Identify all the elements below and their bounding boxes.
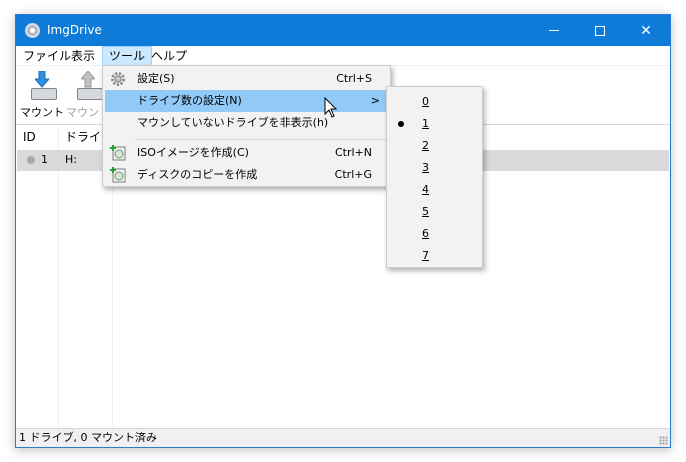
menu-item-copy-disc[interactable]: ディスクのコピーを作成 Ctrl+G	[105, 164, 388, 186]
menu-item-shortcut: Ctrl+N	[334, 146, 372, 159]
menu-item-label: ドライブ数の設定(N)	[137, 94, 242, 107]
drive-icon	[31, 88, 57, 100]
menu-item-label: 設定(S)	[137, 72, 175, 85]
status-text: 1 ドライブ, 0 マウント済み	[19, 431, 157, 444]
menu-item-shortcut: Ctrl+G	[334, 168, 372, 181]
mount-button[interactable]: マウント	[19, 68, 65, 120]
status-dot-icon	[27, 156, 35, 164]
menu-separator	[135, 139, 388, 140]
option-label: 4	[422, 183, 429, 196]
drive-count-option[interactable]: 4	[389, 179, 480, 201]
close-icon: ✕	[640, 22, 652, 39]
status-bar: 1 ドライブ, 0 マウント済み	[16, 428, 670, 447]
disc-icon	[25, 23, 40, 38]
menu-help[interactable]: ヘルプ	[145, 46, 193, 66]
drive-count-option[interactable]: 3	[389, 157, 480, 179]
minimize-button[interactable]	[531, 15, 577, 46]
option-label: 6	[422, 227, 429, 240]
title-bar[interactable]: ImgDrive ✕	[16, 15, 670, 46]
drive-count-option[interactable]: 1	[389, 113, 480, 135]
arrow-down-icon	[35, 71, 49, 88]
menu-item-label: ディスクのコピーを作成	[137, 168, 258, 181]
row-drive: H:	[65, 153, 77, 166]
menu-bar: ファイル 表示 ツール ヘルプ	[16, 46, 670, 66]
option-label: 1	[422, 117, 429, 130]
menu-item-hide-unmounted[interactable]: マウンしていないドライブを非表示(h)	[105, 112, 388, 134]
drive-count-option[interactable]: 7	[389, 245, 480, 267]
option-label: 7	[422, 249, 429, 262]
mount-label: マウント	[20, 106, 64, 119]
window-title: ImgDrive	[47, 23, 102, 37]
chevron-right-icon: >	[370, 94, 380, 107]
mouse-pointer-icon	[324, 97, 338, 118]
menu-item-settings[interactable]: 設定(S) Ctrl+S	[105, 68, 388, 90]
create-image-icon	[110, 145, 126, 161]
gear-icon	[111, 72, 125, 86]
minimize-icon	[549, 30, 559, 31]
drive-count-option[interactable]: 0	[389, 91, 480, 113]
menu-item-drive-count[interactable]: ドライブ数の設定(N) >	[105, 90, 388, 112]
menu-item-label: ISOイメージを作成(C)	[137, 146, 249, 159]
drive-count-option[interactable]: 6	[389, 223, 480, 245]
option-label: 2	[422, 139, 429, 152]
option-label: 3	[422, 161, 429, 174]
tools-menu: 設定(S) Ctrl+S ドライブ数の設定(N) > マウンしていないドライブを…	[102, 65, 391, 187]
drive-count-submenu: 0 1 2 3 4 5 6 7	[386, 86, 483, 268]
menu-item-label: マウンしていないドライブを非表示(h)	[137, 116, 329, 129]
menu-item-create-iso[interactable]: ISOイメージを作成(C) Ctrl+N	[105, 142, 388, 164]
option-label: 5	[422, 205, 429, 218]
row-id: 1	[41, 153, 48, 166]
drive-icon	[77, 88, 103, 100]
arrow-up-icon	[81, 71, 95, 88]
option-label: 0	[422, 95, 429, 108]
maximize-button[interactable]	[577, 15, 623, 46]
close-button[interactable]: ✕	[623, 15, 669, 46]
menu-item-shortcut: Ctrl+S	[336, 72, 372, 85]
selected-bullet-icon	[398, 121, 404, 127]
menu-view[interactable]: 表示	[65, 46, 101, 66]
copy-disc-icon	[110, 167, 126, 183]
column-header-id[interactable]: ID	[16, 125, 36, 149]
drive-count-option[interactable]: 5	[389, 201, 480, 223]
maximize-icon	[595, 25, 605, 36]
resize-grip-icon[interactable]	[659, 436, 668, 445]
drive-count-option[interactable]: 2	[389, 135, 480, 157]
